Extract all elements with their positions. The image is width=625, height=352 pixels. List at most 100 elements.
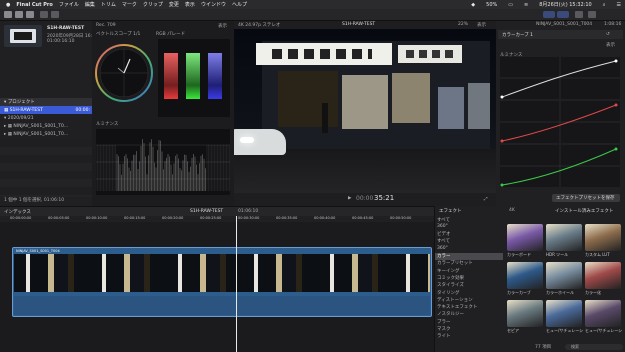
- effect-thumbnail-label: HDR ツール: [546, 252, 569, 257]
- effects-category-item[interactable]: 360°: [435, 223, 503, 230]
- viewer-format: 4K 24.97p ステレオ: [238, 23, 281, 28]
- date-group[interactable]: ▾ 2020/09/21: [0, 114, 92, 122]
- battery-percent: 50%: [486, 1, 498, 8]
- effects-category-item[interactable]: カラープリセット: [435, 260, 503, 267]
- effects-category-item[interactable]: すべて: [435, 238, 503, 245]
- effects-category-item[interactable]: ディストーション: [435, 296, 503, 303]
- clock[interactable]: 8月26日(火) 15:32:10: [539, 1, 592, 8]
- menu-bar: ● Final Cut Pro ファイル 編集 トリム マーク クリップ 変更 …: [0, 0, 625, 9]
- effect-name[interactable]: カラーカーブ 1: [502, 32, 533, 38]
- scope-display-menu[interactable]: 表示: [218, 23, 227, 29]
- photos-icon[interactable]: [15, 11, 23, 18]
- timeline-ruler[interactable]: 00:00:00:00 00:00:05:00 00:00:10:00 00:0…: [0, 216, 434, 222]
- timeline-clip[interactable]: NINJAV_S001_S001_T004: [12, 247, 432, 317]
- zoom-menu[interactable]: 22%: [458, 22, 468, 27]
- menu-file[interactable]: ファイル: [59, 1, 79, 8]
- effect-thumbnail[interactable]: [546, 224, 582, 251]
- playhead[interactable]: [236, 216, 237, 352]
- menu-help[interactable]: ヘルプ: [232, 1, 247, 8]
- project-header[interactable]: ▾ プロジェクト: [0, 98, 92, 106]
- project-row[interactable]: ▦ S1H-RAW-TEST 00:00:: [0, 106, 92, 114]
- menu-modify[interactable]: 変更: [169, 1, 179, 8]
- background-tasks-icon[interactable]: [575, 11, 583, 18]
- dropbox-icon[interactable]: ◆: [471, 2, 475, 8]
- clip-disclosure-icon[interactable]: ▸ ▦: [4, 132, 13, 137]
- effects-category-item[interactable]: ノスタルジー: [435, 311, 503, 318]
- menu-view[interactable]: 表示: [185, 1, 195, 8]
- battery-icon[interactable]: ▭: [508, 2, 513, 8]
- menu-extra-icon[interactable]: ☰: [617, 2, 621, 8]
- effect-thumbnail[interactable]: [585, 224, 621, 251]
- color-curves[interactable]: [500, 57, 620, 187]
- inspector-clip-name: NINJAV_S001_S001_T004: [536, 22, 593, 27]
- effect-thumbnail[interactable]: [585, 300, 621, 327]
- search-icon[interactable]: ⌕: [603, 2, 606, 8]
- effect-thumbnail[interactable]: [546, 262, 582, 289]
- shop-sign: [256, 43, 392, 65]
- play-button[interactable]: ▶: [348, 196, 351, 201]
- menu-edit[interactable]: 編集: [85, 1, 95, 8]
- effect-thumbnail-label: カスタム LUT: [585, 252, 610, 257]
- vectorscope: [95, 44, 153, 102]
- menu-clip[interactable]: クリップ: [143, 1, 163, 8]
- menu-window[interactable]: ウインドウ: [201, 1, 226, 8]
- menu-trim[interactable]: トリム: [101, 1, 116, 8]
- timeline-duration: 01:06:10: [238, 209, 259, 214]
- effects-category-item[interactable]: テキストエフェクト: [435, 304, 503, 311]
- effects-search-field[interactable]: 検索: [565, 344, 623, 350]
- clip-row[interactable]: ▸ ▦ NINJAV_S001_S001_T0...: [0, 122, 92, 130]
- installed-effects-menu[interactable]: インストール済みエフェクト: [555, 208, 613, 214]
- effects-browser: エフェクト インストール済みエフェクト 4K すべて 360° ビデオ すべて 360°…: [434, 206, 625, 352]
- import-icon[interactable]: [40, 11, 48, 18]
- index-button[interactable]: インデックス: [4, 209, 31, 215]
- menu-app[interactable]: Final Cut Pro: [16, 2, 52, 8]
- inspector-display-menu[interactable]: 表示: [606, 42, 615, 48]
- viewer-display-menu[interactable]: 表示: [477, 22, 486, 28]
- effects-4k-icon[interactable]: 4K: [509, 208, 515, 213]
- clip-disclosure-icon[interactable]: ▸ ▦: [4, 124, 13, 129]
- event-thumbnail[interactable]: [4, 25, 42, 47]
- effect-thumbnail[interactable]: [507, 224, 543, 251]
- keyword-icon[interactable]: [51, 11, 59, 18]
- effects-category-item[interactable]: カラー: [435, 252, 503, 260]
- viewer-title: S1H-RAW-TEST: [342, 22, 376, 27]
- browser-panel: S1H-RAW-TEST 2020年09月28日 16:47 01:00:16:…: [0, 21, 98, 206]
- timeline-toggle-button[interactable]: [543, 11, 555, 18]
- effects-category-item[interactable]: タイリング: [435, 289, 503, 296]
- viewer-image[interactable]: [234, 29, 496, 193]
- effects-category-item[interactable]: コミック効果: [435, 274, 503, 281]
- wifi-icon[interactable]: ≋: [524, 2, 528, 8]
- fullscreen-icon[interactable]: ⤢: [484, 196, 488, 202]
- effects-category-item[interactable]: ビデオ: [435, 231, 503, 238]
- timeline[interactable]: 00:00:00:00 00:00:05:00 00:00:10:00 00:0…: [0, 216, 434, 352]
- titles-icon[interactable]: [26, 11, 34, 18]
- effect-thumbnail[interactable]: [585, 262, 621, 289]
- selection-status: 1 個中 1 個を選択, 01:06:10: [4, 198, 65, 203]
- save-preset-button[interactable]: エフェクトプリセットを保存: [552, 194, 620, 202]
- effect-thumbnail[interactable]: [507, 300, 543, 327]
- timecode: 35:21: [374, 194, 395, 202]
- effect-thumbnail-label: カラー化: [585, 290, 601, 295]
- share-icon[interactable]: [588, 11, 596, 18]
- timeline-header: インデックス S1H-RAW-TEST 01:06:10: [0, 206, 434, 216]
- effect-thumbnail[interactable]: [546, 300, 582, 327]
- effects-category-item[interactable]: スタイライズ: [435, 282, 503, 289]
- inspector-duration: 1:08:16: [604, 22, 622, 27]
- clip-row[interactable]: ▸ ▦ NINJAV_S001_S001_T0...: [0, 130, 92, 138]
- effects-category-item[interactable]: ライト: [435, 333, 503, 340]
- effects-category-item[interactable]: 360°: [435, 245, 503, 252]
- effect-reset-icon[interactable]: ↺: [606, 32, 610, 37]
- library-toggle-icon[interactable]: [4, 11, 12, 18]
- effects-category-item[interactable]: ブラー: [435, 318, 503, 325]
- effect-header[interactable]: カラーカーブ 1 ↺: [498, 30, 623, 39]
- inspector-toggle-button[interactable]: [557, 11, 569, 18]
- effect-thumbnail[interactable]: [507, 262, 543, 289]
- apple-menu-icon[interactable]: ●: [6, 2, 10, 8]
- luma-waveform: [96, 129, 230, 195]
- toolbar: [0, 9, 625, 21]
- effects-category-item[interactable]: マスク: [435, 326, 503, 333]
- menu-mark[interactable]: マーク: [122, 1, 137, 8]
- effect-thumbnail-label: セピア: [507, 328, 519, 333]
- effects-category-item[interactable]: キーイング: [435, 267, 503, 274]
- effects-category-item[interactable]: すべて: [435, 216, 503, 223]
